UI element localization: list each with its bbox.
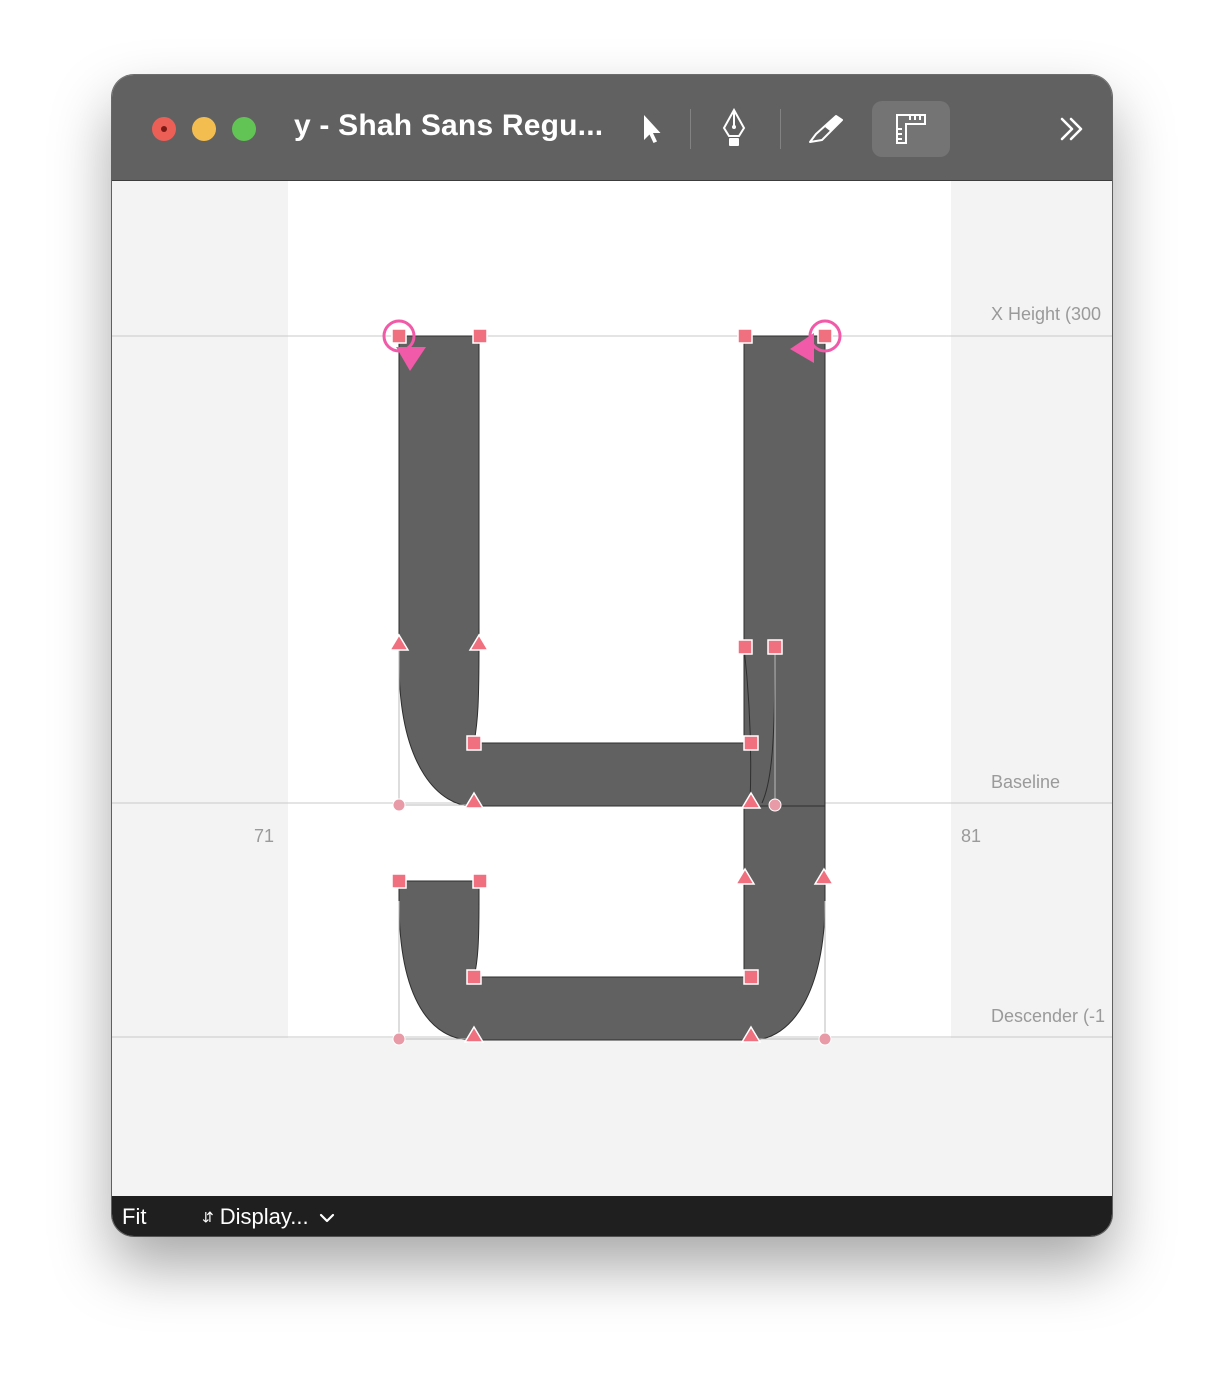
corner-node[interactable] [767, 639, 783, 655]
x-height-label: X Height (300 [991, 304, 1102, 324]
up-down-arrows-icon: ⇵ [202, 1209, 214, 1225]
control-point[interactable] [392, 1032, 406, 1046]
status-bar: Fit ⇵ Display... [112, 1196, 1112, 1236]
close-window-button[interactable] [152, 117, 176, 141]
double-chevron-right-icon [1060, 117, 1083, 141]
knife-tool-button[interactable] [798, 101, 854, 157]
control-point[interactable] [768, 798, 782, 812]
corner-node[interactable] [472, 873, 488, 889]
toolbar-overflow-button[interactable] [1044, 101, 1100, 157]
right-sidebearing-value: 81 [961, 826, 982, 846]
window-title: y - Shah Sans Regu... [294, 109, 604, 142]
toolbar-separator [780, 109, 781, 149]
corner-node[interactable] [472, 328, 488, 344]
baseline-label: Baseline [991, 772, 1061, 792]
corner-node[interactable] [466, 735, 482, 751]
minimize-window-button[interactable] [192, 117, 216, 141]
pen-nib-icon [722, 108, 746, 146]
left-sidebearing-value: 71 [254, 826, 275, 846]
arrow-pointer-icon [644, 115, 661, 143]
corner-node[interactable] [391, 873, 407, 889]
display-menu-label: Display... [219, 1204, 309, 1229]
glyph-editor-window: y - Shah Sans Regu... X Height (300 Base… [112, 75, 1112, 1236]
glyph-drawing[interactable] [112, 181, 1112, 1196]
corner-node[interactable] [737, 639, 753, 655]
corner-node[interactable] [743, 735, 759, 751]
control-point[interactable] [818, 1032, 832, 1046]
chevron-down-icon [319, 1204, 335, 1230]
corner-node[interactable] [391, 328, 407, 344]
zoom-window-button[interactable] [232, 117, 256, 141]
corner-node[interactable] [743, 969, 759, 985]
select-tool-button[interactable] [624, 101, 680, 157]
control-point[interactable] [392, 798, 406, 812]
ruler-icon [896, 114, 926, 144]
display-menu[interactable]: ⇵ Display... [202, 1204, 335, 1230]
pen-tool-button[interactable] [706, 101, 762, 157]
corner-node[interactable] [737, 328, 753, 344]
title-bar: y - Shah Sans Regu... [112, 75, 1112, 181]
corner-node[interactable] [466, 969, 482, 985]
descender-label: Descender (-1 [991, 1006, 1106, 1026]
corner-node[interactable] [817, 328, 833, 344]
knife-icon [809, 115, 843, 143]
glyph-canvas[interactable]: X Height (300 Baseline Descender (-1 71 … [112, 181, 1112, 1196]
zoom-fit-button[interactable]: Fit [122, 1204, 146, 1230]
toolbar-separator [690, 109, 691, 149]
measure-tool-button[interactable] [872, 101, 950, 157]
